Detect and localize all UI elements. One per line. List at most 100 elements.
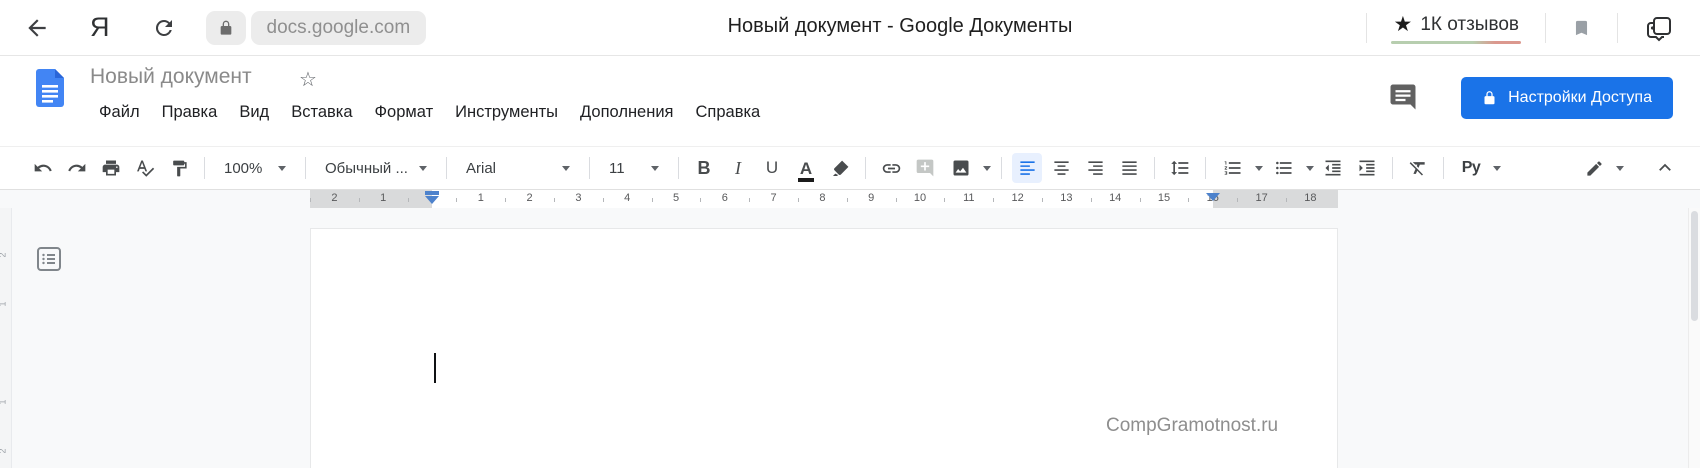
bulleted-list-group: [1267, 153, 1314, 183]
clear-formatting-button[interactable]: [1403, 153, 1433, 183]
browser-tab-title: Новый документ - Google Документы: [727, 14, 1073, 37]
insert-comment-button[interactable]: [910, 153, 940, 183]
ruler-number: 11: [963, 192, 975, 204]
lock-icon: [1482, 89, 1497, 107]
vertical-scrollbar[interactable]: [1688, 208, 1700, 468]
text-color-button[interactable]: A: [791, 153, 821, 183]
collapse-toolbar-button[interactable]: [1650, 153, 1680, 183]
left-indent-marker[interactable]: [425, 196, 439, 204]
ruler-tick: [798, 198, 799, 202]
zoom-select[interactable]: 100%: [217, 153, 293, 183]
numbered-list-button[interactable]: [1218, 153, 1248, 183]
insert-link-button[interactable]: [876, 153, 906, 183]
font-family-select[interactable]: Arial: [459, 153, 577, 183]
ruler-number: 6: [721, 192, 728, 204]
chevron-down-icon[interactable]: [1493, 165, 1501, 171]
right-indent-marker[interactable]: [1205, 193, 1220, 201]
vertical-ruler-number: 1: [0, 301, 8, 306]
ruler-tick: [1237, 198, 1239, 202]
ruler-number: 18: [1304, 192, 1317, 204]
undo-button[interactable]: [28, 153, 58, 183]
ruler-tick: [749, 198, 751, 202]
line-spacing-button[interactable]: [1165, 153, 1195, 183]
ruler-tick: [651, 198, 653, 202]
paragraph-style-select[interactable]: Обычный ...: [318, 153, 434, 183]
horizontal-ruler-track[interactable]: 2 1 1 2 3 4 5 6 7 8 9 10 11 12 13 14 15 16 17 18: [310, 190, 1338, 208]
chevron-down-icon: [651, 165, 659, 171]
ruler-number: 13: [1060, 192, 1073, 204]
browser-right-controls: ★ 1К отзывов: [1366, 0, 1686, 56]
favorite-star-icon[interactable]: ☆: [299, 67, 317, 92]
toolbar-separator: [865, 157, 866, 179]
share-settings-button[interactable]: Настройки Доступа: [1461, 77, 1673, 119]
menu-addons[interactable]: Дополнения: [569, 99, 684, 126]
yandex-browser-icon[interactable]: Я: [90, 12, 110, 43]
menu-format[interactable]: Формат: [364, 99, 445, 126]
align-left-button[interactable]: [1012, 153, 1042, 183]
bulleted-list-button[interactable]: [1269, 153, 1299, 183]
insert-image-button[interactable]: [946, 153, 976, 183]
google-docs-icon[interactable]: [36, 69, 64, 107]
redo-button[interactable]: [62, 153, 92, 183]
ruler-number: 8: [819, 192, 826, 204]
ruler-tick: [1090, 198, 1092, 202]
document-page[interactable]: CompGramotnost.ru: [310, 228, 1338, 468]
align-center-button[interactable]: [1046, 153, 1076, 183]
address-bar[interactable]: docs.google.com: [250, 10, 427, 45]
bookmark-icon[interactable]: [1572, 17, 1591, 39]
ruler-tick: [700, 198, 702, 202]
toolbar-separator: [678, 157, 679, 179]
menu-help[interactable]: Справка: [685, 99, 772, 126]
first-line-indent-marker[interactable]: [425, 191, 439, 195]
divider: [1366, 13, 1368, 43]
ruler-tick: [407, 198, 409, 202]
toolbar-separator: [305, 157, 306, 179]
increase-indent-button[interactable]: [1352, 153, 1382, 183]
document-title[interactable]: Новый документ: [90, 65, 252, 89]
ruler-number: 4: [624, 192, 631, 204]
comments-icon[interactable]: [1388, 82, 1418, 112]
menu-tools[interactable]: Инструменты: [444, 99, 569, 126]
font-size-value: 11: [609, 159, 625, 177]
decrease-indent-button[interactable]: [1318, 153, 1348, 183]
align-right-button[interactable]: [1080, 153, 1110, 183]
print-button[interactable]: [96, 153, 126, 183]
paint-format-button[interactable]: [164, 153, 194, 183]
toolbar-separator: [204, 157, 205, 179]
italic-button[interactable]: I: [723, 153, 753, 183]
scrollbar-thumb[interactable]: [1691, 211, 1698, 321]
input-tools-button[interactable]: Ру: [1456, 153, 1486, 183]
underline-button[interactable]: U: [757, 153, 787, 183]
document-canvas[interactable]: 2 1 1 2 CompGramotnost.ru: [0, 208, 1700, 468]
align-justify-button[interactable]: [1114, 153, 1144, 183]
browser-back-icon[interactable]: [24, 15, 50, 41]
spellcheck-button[interactable]: [130, 153, 160, 183]
bold-button[interactable]: B: [689, 153, 719, 183]
toolbar-separator: [589, 157, 590, 179]
chevron-down-icon[interactable]: [1306, 165, 1314, 171]
chevron-down-icon[interactable]: [1616, 165, 1624, 171]
font-size-select[interactable]: 11: [602, 153, 666, 183]
ruler-tick: [895, 198, 897, 202]
menu-view[interactable]: Вид: [228, 99, 280, 126]
menu-insert[interactable]: Вставка: [280, 99, 363, 126]
menu-edit[interactable]: Правка: [151, 99, 229, 126]
ssl-lock-icon[interactable]: [205, 10, 246, 45]
vertical-ruler[interactable]: 2 1 1 2: [0, 208, 12, 468]
chevron-down-icon[interactable]: [983, 165, 991, 171]
menu-file[interactable]: Файл: [88, 99, 151, 126]
text-color-glyph: A: [797, 158, 815, 182]
document-outline-icon[interactable]: [32, 242, 66, 276]
collections-icon[interactable]: [1644, 14, 1674, 42]
editing-mode-pencil-button[interactable]: [1579, 153, 1609, 183]
highlight-color-button[interactable]: [825, 153, 855, 183]
toolbar-separator: [1205, 157, 1206, 179]
chevron-down-icon[interactable]: [1255, 165, 1263, 171]
numbered-list-group: [1216, 153, 1263, 183]
site-rating[interactable]: ★ 1К отзывов: [1391, 12, 1521, 44]
refresh-icon[interactable]: [152, 16, 176, 40]
browser-toolbar: Я docs.google.com Новый документ - Googl…: [0, 0, 1700, 56]
ruler-number: 14: [1109, 192, 1122, 204]
ruler-margin-zone: [1212, 190, 1338, 208]
menu-bar: Файл Правка Вид Вставка Формат Инструмен…: [88, 99, 771, 126]
